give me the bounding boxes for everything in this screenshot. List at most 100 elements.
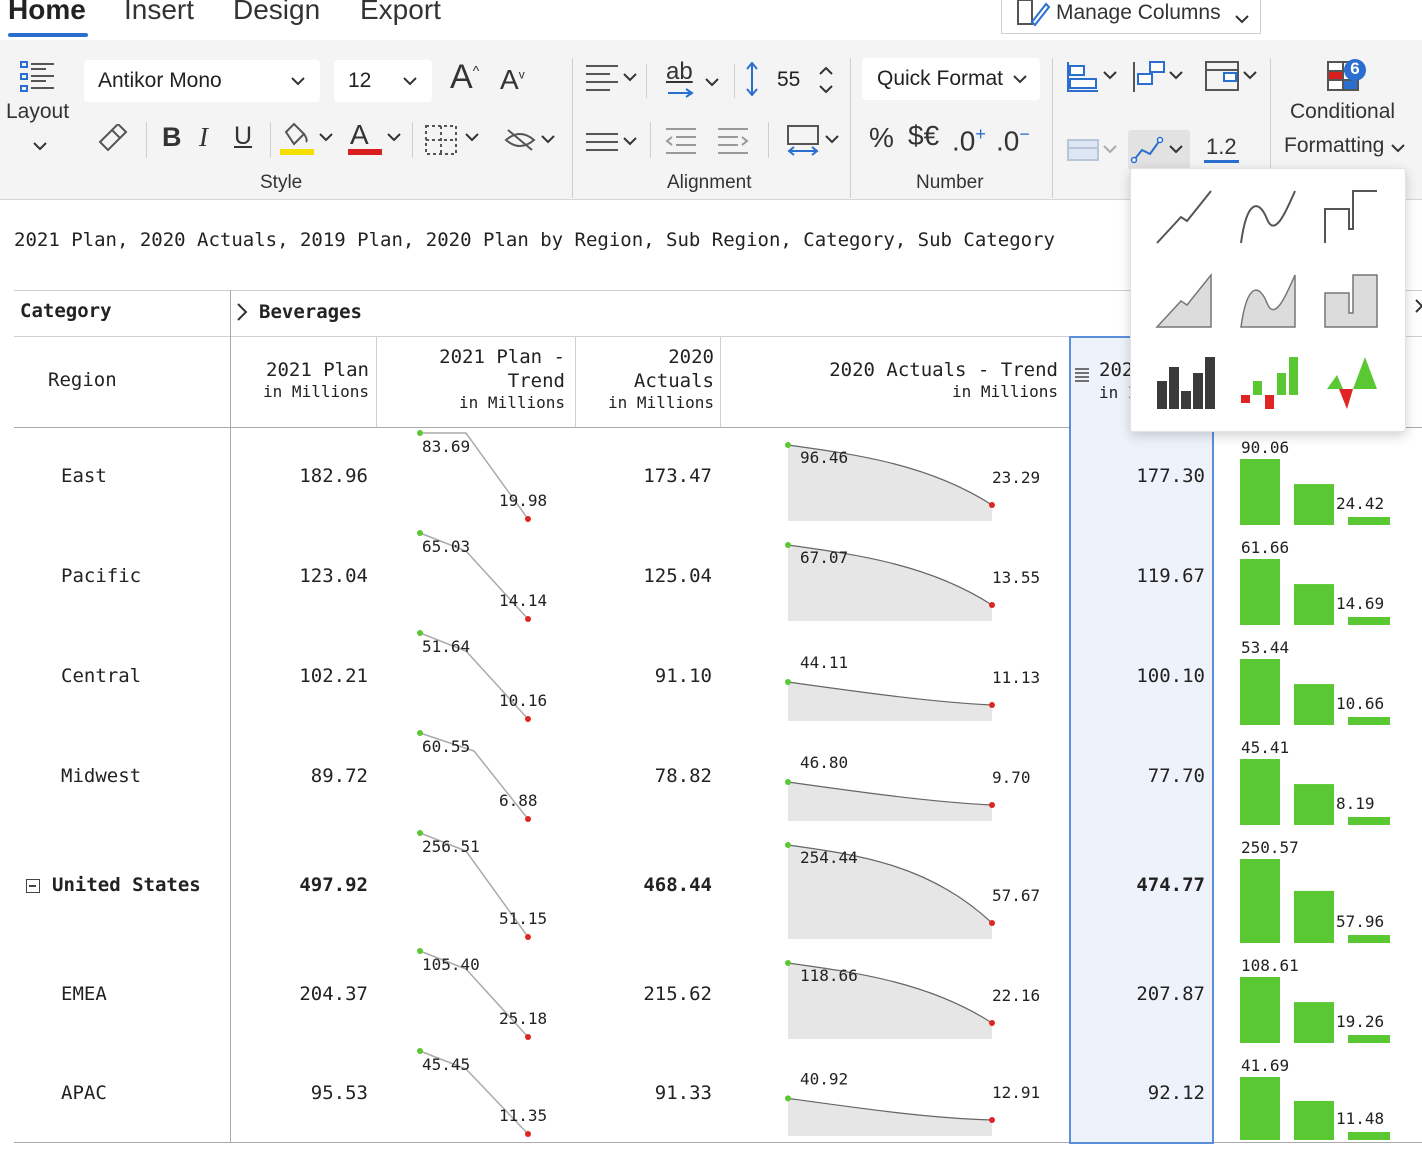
plan2021-cell[interactable]: 182.96 [299, 465, 368, 487]
step-line-chart-option[interactable] [1324, 190, 1377, 243]
font-color-button[interactable]: A [348, 119, 408, 161]
actuals2020-cell[interactable]: 468.44 [643, 874, 712, 896]
category-value[interactable]: Beverages [259, 301, 362, 323]
fill-color-button[interactable] [280, 122, 336, 161]
increase-decimal-button[interactable]: .0+ [952, 124, 986, 157]
region-cell[interactable]: Pacific [61, 565, 141, 587]
conditional-formatting-label[interactable]: Conditional [1290, 100, 1395, 124]
win-loss-chart-option[interactable] [1327, 357, 1377, 409]
number-display-button[interactable]: 1.2 [1204, 134, 1239, 163]
col5-cell[interactable]: 77.70 [1148, 765, 1205, 787]
plan2021-cell[interactable]: 102.21 [299, 665, 368, 687]
grid-line [376, 336, 377, 427]
format-painter-icon[interactable] [96, 122, 128, 159]
column-width-button[interactable] [786, 124, 842, 161]
percent-button[interactable]: % [869, 122, 894, 154]
region-cell[interactable]: APAC [61, 1082, 107, 1104]
smooth-line-chart-option[interactable] [1240, 190, 1296, 244]
column-header-col5[interactable]: 202 [1099, 359, 1133, 381]
plan2021-cell[interactable]: 123.04 [299, 565, 368, 587]
actuals-area [788, 682, 992, 721]
decrease-decimal-button[interactable]: .0− [996, 124, 1030, 157]
tab-insert[interactable]: Insert [124, 0, 194, 26]
quick-format-select[interactable]: Quick Format [862, 58, 1040, 100]
borders-button[interactable] [424, 124, 484, 161]
table-layout-button[interactable] [1204, 60, 1260, 99]
region-cell[interactable]: Midwest [61, 765, 141, 787]
selected-column[interactable] [1069, 336, 1214, 1144]
chevron-down-icon[interactable] [704, 74, 720, 92]
line-chart-option[interactable] [1156, 190, 1212, 244]
increase-indent-icon[interactable] [716, 126, 750, 161]
region-cell[interactable]: Central [61, 665, 141, 687]
plan2021-cell[interactable]: 204.37 [299, 983, 368, 1005]
column-header-actuals-trend[interactable]: 2020 Actuals - Trend in Millions [829, 358, 1058, 402]
vertical-align-button[interactable] [584, 128, 640, 161]
col5-cell[interactable]: 100.10 [1136, 665, 1205, 687]
tab-export[interactable]: Export [360, 0, 441, 26]
currency-button[interactable]: $€ [908, 120, 939, 152]
drag-handle-icon[interactable] [1074, 366, 1090, 387]
chevron-down-icon[interactable] [1390, 140, 1406, 158]
variance-column-chart-option[interactable] [1241, 357, 1298, 409]
wrap-text-button[interactable]: ab [666, 58, 694, 98]
decrease-indent-icon[interactable] [664, 126, 698, 161]
actuals-trend-sparkline: 254.44 57.67 [780, 827, 1060, 945]
layout-label[interactable]: Layout [6, 100, 69, 124]
horizontal-align-button[interactable] [584, 62, 640, 99]
layout-chevron-icon[interactable] [32, 138, 48, 156]
col5-cell[interactable]: 119.67 [1136, 565, 1205, 587]
pin-chart-button[interactable] [1130, 60, 1186, 99]
actuals2020-cell[interactable]: 91.10 [655, 665, 712, 687]
chevron-right-icon[interactable] [1415, 296, 1422, 321]
step-area-chart-option[interactable] [1324, 274, 1378, 328]
column-header-plan-trend[interactable]: 2021 Plan - Trend in Millions [439, 345, 565, 413]
stepper-arrows-icon[interactable] [818, 64, 834, 101]
actuals-end-label: 12.91 [992, 1083, 1040, 1102]
column-header-plan2021[interactable]: 2021 Plan in Millions [263, 358, 369, 402]
conditional-formatting-icon[interactable]: 6 [1326, 58, 1370, 99]
plan2021-cell[interactable]: 497.92 [299, 874, 368, 896]
actuals2020-cell[interactable]: 125.04 [643, 565, 712, 587]
actuals2020-cell[interactable]: 91.33 [655, 1082, 712, 1104]
column-header-actuals2020[interactable]: 2020 Actuals in Millions [608, 345, 714, 413]
region-cell[interactable]: United States [52, 874, 201, 896]
area-chart-option[interactable] [1155, 272, 1212, 328]
bar-top-label: 41.69 [1241, 1056, 1289, 1075]
font-family-select[interactable]: Antikor Mono [84, 60, 320, 102]
manage-columns-button[interactable]: Manage Columns [1001, 0, 1261, 34]
grow-font-button[interactable]: A^ [450, 58, 479, 97]
tab-design[interactable]: Design [233, 0, 320, 26]
chevron-right-icon[interactable] [236, 302, 248, 327]
sparkline-button[interactable] [1128, 130, 1190, 170]
plan2021-cell[interactable]: 95.53 [311, 1082, 368, 1104]
font-size-select[interactable]: 12 [334, 60, 432, 102]
smooth-area-chart-option[interactable] [1240, 274, 1296, 328]
col5-cell[interactable]: 177.30 [1136, 465, 1205, 487]
column-chart-option[interactable] [1157, 357, 1215, 409]
collapse-icon[interactable] [26, 879, 40, 893]
row-height-value[interactable]: 55 [777, 68, 800, 92]
actuals2020-cell[interactable]: 173.47 [643, 465, 712, 487]
conditional-formatting-label-2[interactable]: Formatting [1284, 134, 1384, 158]
plan-trend-svg: 83.69 19.98 [417, 430, 547, 522]
col5-cell[interactable]: 474.77 [1136, 874, 1205, 896]
actuals2020-cell[interactable]: 215.62 [643, 983, 712, 1005]
plan2021-cell[interactable]: 89.72 [311, 765, 368, 787]
hide-icon[interactable] [504, 126, 560, 159]
col5-cell[interactable]: 92.12 [1148, 1082, 1205, 1104]
start-marker [417, 530, 423, 536]
region-cell[interactable]: EMEA [61, 983, 107, 1005]
col5-cell[interactable]: 207.87 [1136, 983, 1205, 1005]
tab-home[interactable]: Home [8, 0, 86, 26]
actuals2020-cell[interactable]: 78.82 [655, 765, 712, 787]
layout-icon[interactable] [20, 60, 56, 99]
region-cell[interactable]: East [61, 465, 107, 487]
actuals-start-label: 67.07 [800, 548, 848, 567]
sparkbar-button[interactable] [1066, 136, 1122, 169]
bar-chart-button[interactable] [1066, 60, 1120, 99]
bold-button[interactable]: B [162, 122, 182, 153]
italic-button[interactable]: I [199, 122, 208, 153]
underline-button[interactable]: U [234, 122, 252, 151]
shrink-font-button[interactable]: Av [500, 64, 525, 96]
